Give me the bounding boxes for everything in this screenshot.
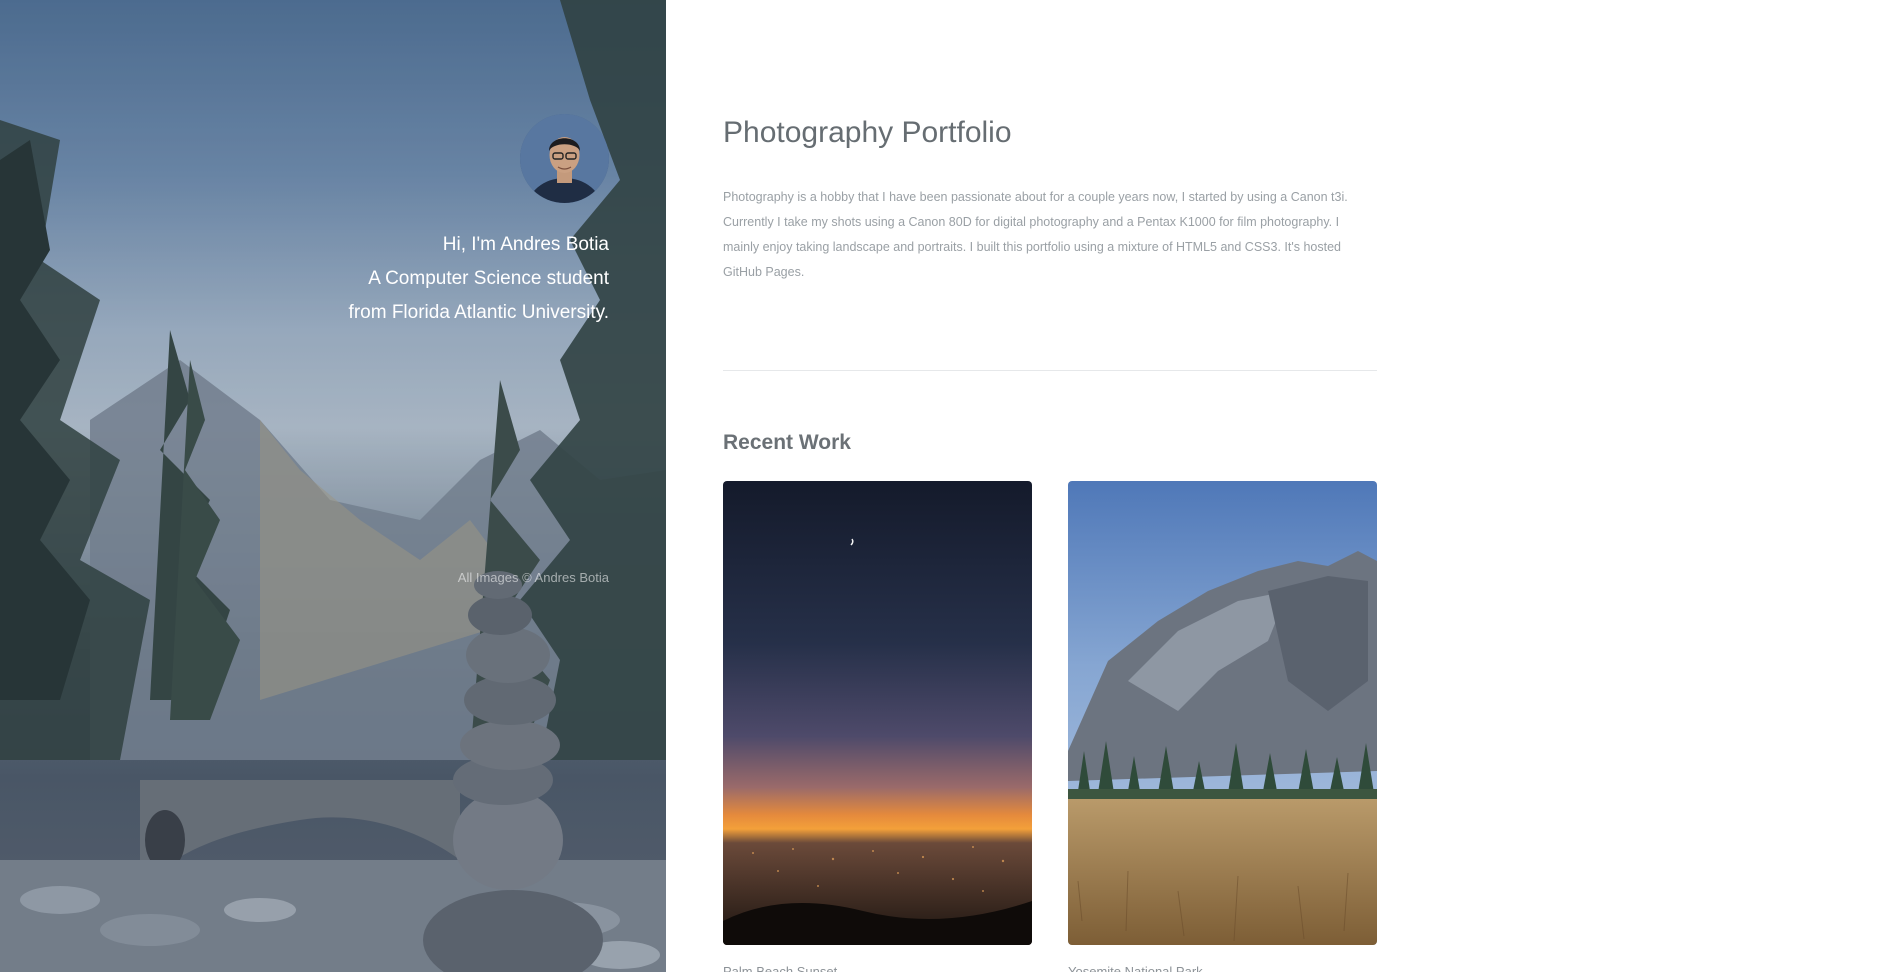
avatar[interactable] — [520, 114, 609, 203]
hero-school: from Florida Atlantic University. — [348, 302, 609, 323]
hero-greeting: Hi, I'm Andres Botia — [442, 234, 609, 255]
work-thumbnail-sunset[interactable] — [723, 481, 1032, 945]
recent-work-heading: Recent Work — [723, 431, 851, 454]
work-caption: Palm Beach Sunset — [723, 964, 838, 972]
work-caption: Yosemite National Park — [1068, 964, 1203, 972]
intro-paragraph: Photography is a hobby that I have been … — [723, 190, 1348, 279]
section-divider — [723, 370, 1377, 371]
profile-block: Hi, I'm Andres Botia A Computer Science … — [333, 114, 609, 330]
page-title: Photography Portfolio — [723, 116, 1012, 149]
hero-intro: Hi, I'm Andres Botia A Computer Science … — [333, 228, 609, 330]
person-avatar-icon — [520, 114, 609, 203]
yosemite-photo — [1068, 481, 1377, 945]
work-thumbnail-yosemite[interactable] — [1068, 481, 1377, 945]
hero-subtitle: A Computer Science student — [368, 268, 609, 289]
copyright-text: All Images © Andres Botia — [457, 570, 609, 585]
hero-panel: Hi, I'm Andres Botia A Computer Science … — [0, 0, 666, 972]
sunset-photo — [723, 481, 1032, 945]
